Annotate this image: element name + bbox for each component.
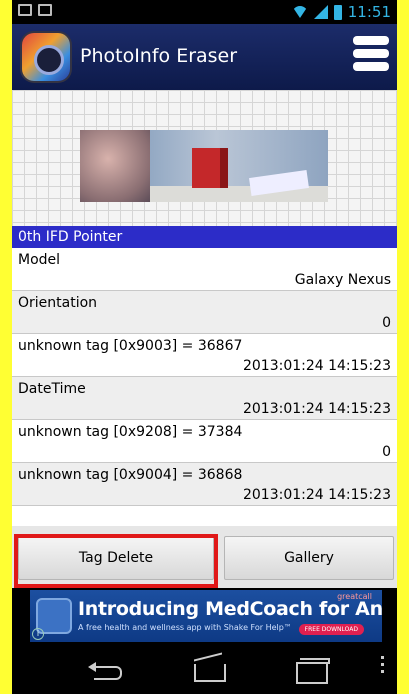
app-logo-icon[interactable] xyxy=(22,33,70,81)
exif-row[interactable]: unknown tag [0x9004] = 36868 2013:01:24 … xyxy=(12,463,397,506)
phone-screen: 11:51 PhotoInfo Eraser 0th IFD Pointer M… xyxy=(12,0,397,694)
exif-row-label: unknown tag [0x9004] = 36868 xyxy=(18,467,243,483)
ad-headline: Introducing MedCoach for Android xyxy=(78,598,382,620)
back-icon[interactable] xyxy=(76,652,136,688)
tag-delete-button[interactable]: Tag Delete xyxy=(18,536,214,580)
exif-content[interactable]: 0th IFD Pointer Model Galaxy Nexus Orien… xyxy=(12,90,397,526)
image-notification-icon xyxy=(18,4,32,16)
button-bar: Tag Delete Gallery xyxy=(12,526,397,588)
photo-preview-area xyxy=(12,90,397,226)
action-bar: PhotoInfo Eraser xyxy=(12,24,397,90)
wifi-icon xyxy=(291,6,308,18)
status-clock: 11:51 xyxy=(347,3,391,21)
exif-row[interactable]: DateTime 2013:01:24 14:15:23 xyxy=(12,377,397,420)
exif-row-label: Orientation xyxy=(18,295,98,311)
status-indicators: 11:51 xyxy=(291,3,391,21)
section-header: 0th IFD Pointer xyxy=(12,226,397,248)
ad-subtext: A free health and wellness app with Shak… xyxy=(78,623,292,632)
exif-row-label: DateTime xyxy=(18,381,86,397)
battery-icon xyxy=(333,4,342,20)
more-options-icon[interactable] xyxy=(376,652,388,688)
exif-row-value: Galaxy Nexus xyxy=(294,272,391,288)
app-notification-icon xyxy=(38,4,52,16)
app-title: PhotoInfo Eraser xyxy=(80,45,238,67)
exif-row[interactable]: Orientation 0 xyxy=(12,291,397,334)
exif-row-value: 2013:01:24 14:15:23 xyxy=(242,401,391,417)
ad-banner[interactable]: Introducing MedCoach for Android A free … xyxy=(30,590,382,642)
exif-row-label: unknown tag [0x9003] = 36867 xyxy=(18,338,243,354)
navigation-bar xyxy=(12,646,397,694)
notification-icons xyxy=(18,4,52,16)
exif-row-label: Model xyxy=(18,252,61,268)
exif-row-value: 0 xyxy=(382,315,391,331)
exif-row-value: 2013:01:24 14:15:23 xyxy=(242,358,391,374)
ad-info-icon[interactable]: i xyxy=(32,628,44,640)
ad-download-button[interactable]: FREE DOWNLOAD xyxy=(298,624,364,635)
exif-row-value: 0 xyxy=(382,444,391,460)
recent-apps-icon[interactable] xyxy=(280,652,340,688)
signal-icon xyxy=(313,5,328,19)
status-bar: 11:51 xyxy=(12,0,397,24)
exif-row[interactable]: unknown tag [0x9003] = 36867 2013:01:24 … xyxy=(12,334,397,377)
exif-row-label: unknown tag [0x9208] = 37384 xyxy=(18,424,243,440)
exif-row[interactable]: Model Galaxy Nexus xyxy=(12,248,397,291)
exif-row-value: 2013:01:24 14:15:23 xyxy=(242,487,391,503)
overflow-menu-icon[interactable] xyxy=(353,36,389,76)
ad-brand: greatcall xyxy=(337,592,372,601)
gallery-button[interactable]: Gallery xyxy=(224,536,394,580)
home-icon[interactable] xyxy=(178,652,238,688)
exif-row[interactable]: unknown tag [0x9208] = 37384 0 xyxy=(12,420,397,463)
photo-thumbnail[interactable] xyxy=(80,130,328,202)
